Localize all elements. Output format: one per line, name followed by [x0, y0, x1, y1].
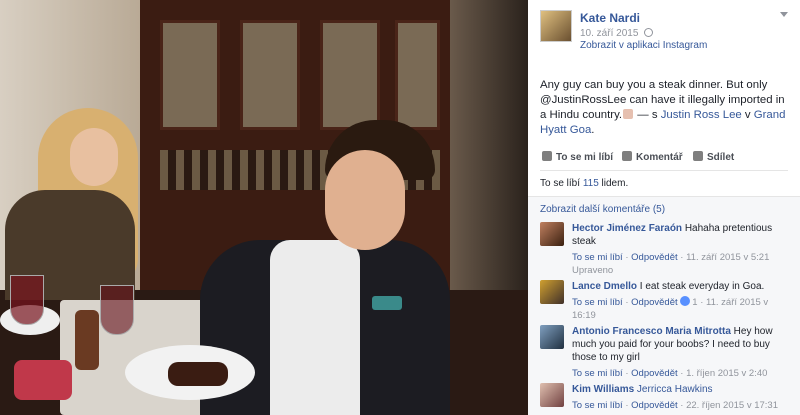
comment-meta: To se mi líbí · Odpovědět · 1. říjen 201… [572, 368, 768, 379]
comment-time[interactable]: 11. září 2015 v 5:21 [686, 252, 769, 263]
post-text: Any guy can buy you a steak dinner. But … [540, 78, 792, 138]
likes-prefix: To se líbí [540, 178, 583, 189]
commenter-avatar[interactable] [540, 280, 564, 304]
comment-body: Hector Jiménez Faraón Hahaha pretentious… [572, 222, 790, 277]
likes-suffix: lidem. [598, 178, 629, 189]
author-name[interactable]: Kate Nardi [580, 11, 640, 25]
comment-like-link[interactable]: To se mi líbí [572, 400, 623, 411]
post-header: Kate Nardi 10. září 2015 Zobrazit v apli… [540, 10, 790, 51]
photo-steak [168, 362, 228, 386]
comment-text: I eat steak everyday in Goa. [637, 281, 765, 292]
comment-like-link[interactable]: To se mi líbí [572, 252, 623, 263]
commenter-name[interactable]: Lance Dmello [572, 281, 637, 292]
comment-meta: To se mi líbí · Odpovědět · 11. září 201… [572, 252, 770, 276]
likes-summary: To se líbí 115 lidem. [540, 178, 628, 189]
comment-like-link[interactable]: To se mi líbí [572, 297, 623, 308]
share-icon [693, 151, 703, 161]
likes-count[interactable]: 115 [583, 178, 599, 189]
tagged-person-link[interactable]: Justin Ross Lee [661, 109, 742, 121]
comment-reply-link[interactable]: Odpovědět [631, 368, 677, 379]
photo-candle [14, 360, 72, 400]
author-avatar[interactable] [540, 10, 572, 42]
comment-time[interactable]: 22. říjen 2015 v 17:31 [686, 400, 778, 411]
photo-pocket-square [372, 296, 402, 310]
globe-icon [644, 28, 654, 37]
post-photo[interactable] [0, 0, 528, 415]
commenter-name[interactable]: Kim Williams [572, 384, 634, 395]
post-text-in: v [741, 109, 754, 121]
post-sidebar: Kate Nardi 10. září 2015 Zobrazit v apli… [528, 0, 800, 415]
post-text-end: . [591, 124, 595, 136]
like-button-label: To se mi líbí [556, 152, 614, 163]
comment-reply-link[interactable]: Odpovědět [631, 400, 677, 411]
photo-wine-glass [10, 275, 44, 325]
view-more-comments-link[interactable]: Zobrazit další komentáře (5) [540, 204, 665, 215]
comment-meta: To se mi líbí · Odpovědět · 22. říjen 20… [572, 400, 778, 411]
comment-like-link[interactable]: To se mi líbí [572, 368, 623, 379]
photo-man-face [325, 150, 405, 250]
commenter-avatar[interactable] [540, 222, 564, 246]
comment-text[interactable]: Jerricca Hawkins [634, 384, 713, 395]
post-text-with: — s [634, 109, 661, 121]
photo-wall-right [450, 0, 528, 300]
comment-edited[interactable]: Upraveno [572, 265, 613, 276]
comment-meta: To se mi líbí · Odpovědět 1 · 11. září 2… [572, 296, 769, 321]
photo-woman-face [70, 128, 118, 186]
thumbs-up-icon [542, 151, 552, 161]
comment-body: Lance Dmello I eat steak everyday in Goa… [572, 280, 790, 322]
divider [540, 170, 788, 171]
commenter-name[interactable]: Antonio Francesco Maria Mitrotta [572, 326, 731, 337]
photo-man-shirt [270, 240, 360, 415]
comment-body: Antonio Francesco Maria Mitrotta Hey how… [572, 325, 790, 380]
comment-button[interactable]: Komentář [622, 151, 683, 163]
instagram-link[interactable]: Zobrazit v aplikaci Instagram [580, 40, 707, 51]
post-actions: To se mi líbí Komentář Sdílet [540, 151, 790, 167]
reaction-count[interactable]: 1 [692, 297, 697, 308]
commenter-name[interactable]: Hector Jiménez Faraón [572, 223, 682, 234]
like-button[interactable]: To se mi líbí [542, 151, 613, 163]
like-reaction-icon[interactable] [680, 296, 691, 306]
comment-icon [622, 151, 632, 161]
commenter-avatar[interactable] [540, 325, 564, 349]
post-date[interactable]: 10. září 2015 [580, 28, 654, 39]
comment-reply-link[interactable]: Odpovědět [631, 252, 677, 263]
comment-body: Kim Williams Jerricca Hawkins To se mi l… [572, 383, 790, 412]
commenter-avatar[interactable] [540, 383, 564, 407]
chevron-down-icon[interactable] [778, 12, 790, 18]
comment-button-label: Komentář [636, 152, 683, 163]
share-button-label: Sdílet [707, 152, 735, 163]
tv-emoji-icon [623, 109, 634, 119]
photo-wine-glass-2 [100, 285, 134, 335]
photo-pepper-grinder [75, 310, 99, 370]
comment-reply-link[interactable]: Odpovědět [631, 297, 677, 308]
share-button[interactable]: Sdílet [693, 151, 734, 163]
post-date-text[interactable]: 10. září 2015 [580, 28, 638, 39]
comment-time[interactable]: 1. říjen 2015 v 2:40 [686, 368, 767, 379]
